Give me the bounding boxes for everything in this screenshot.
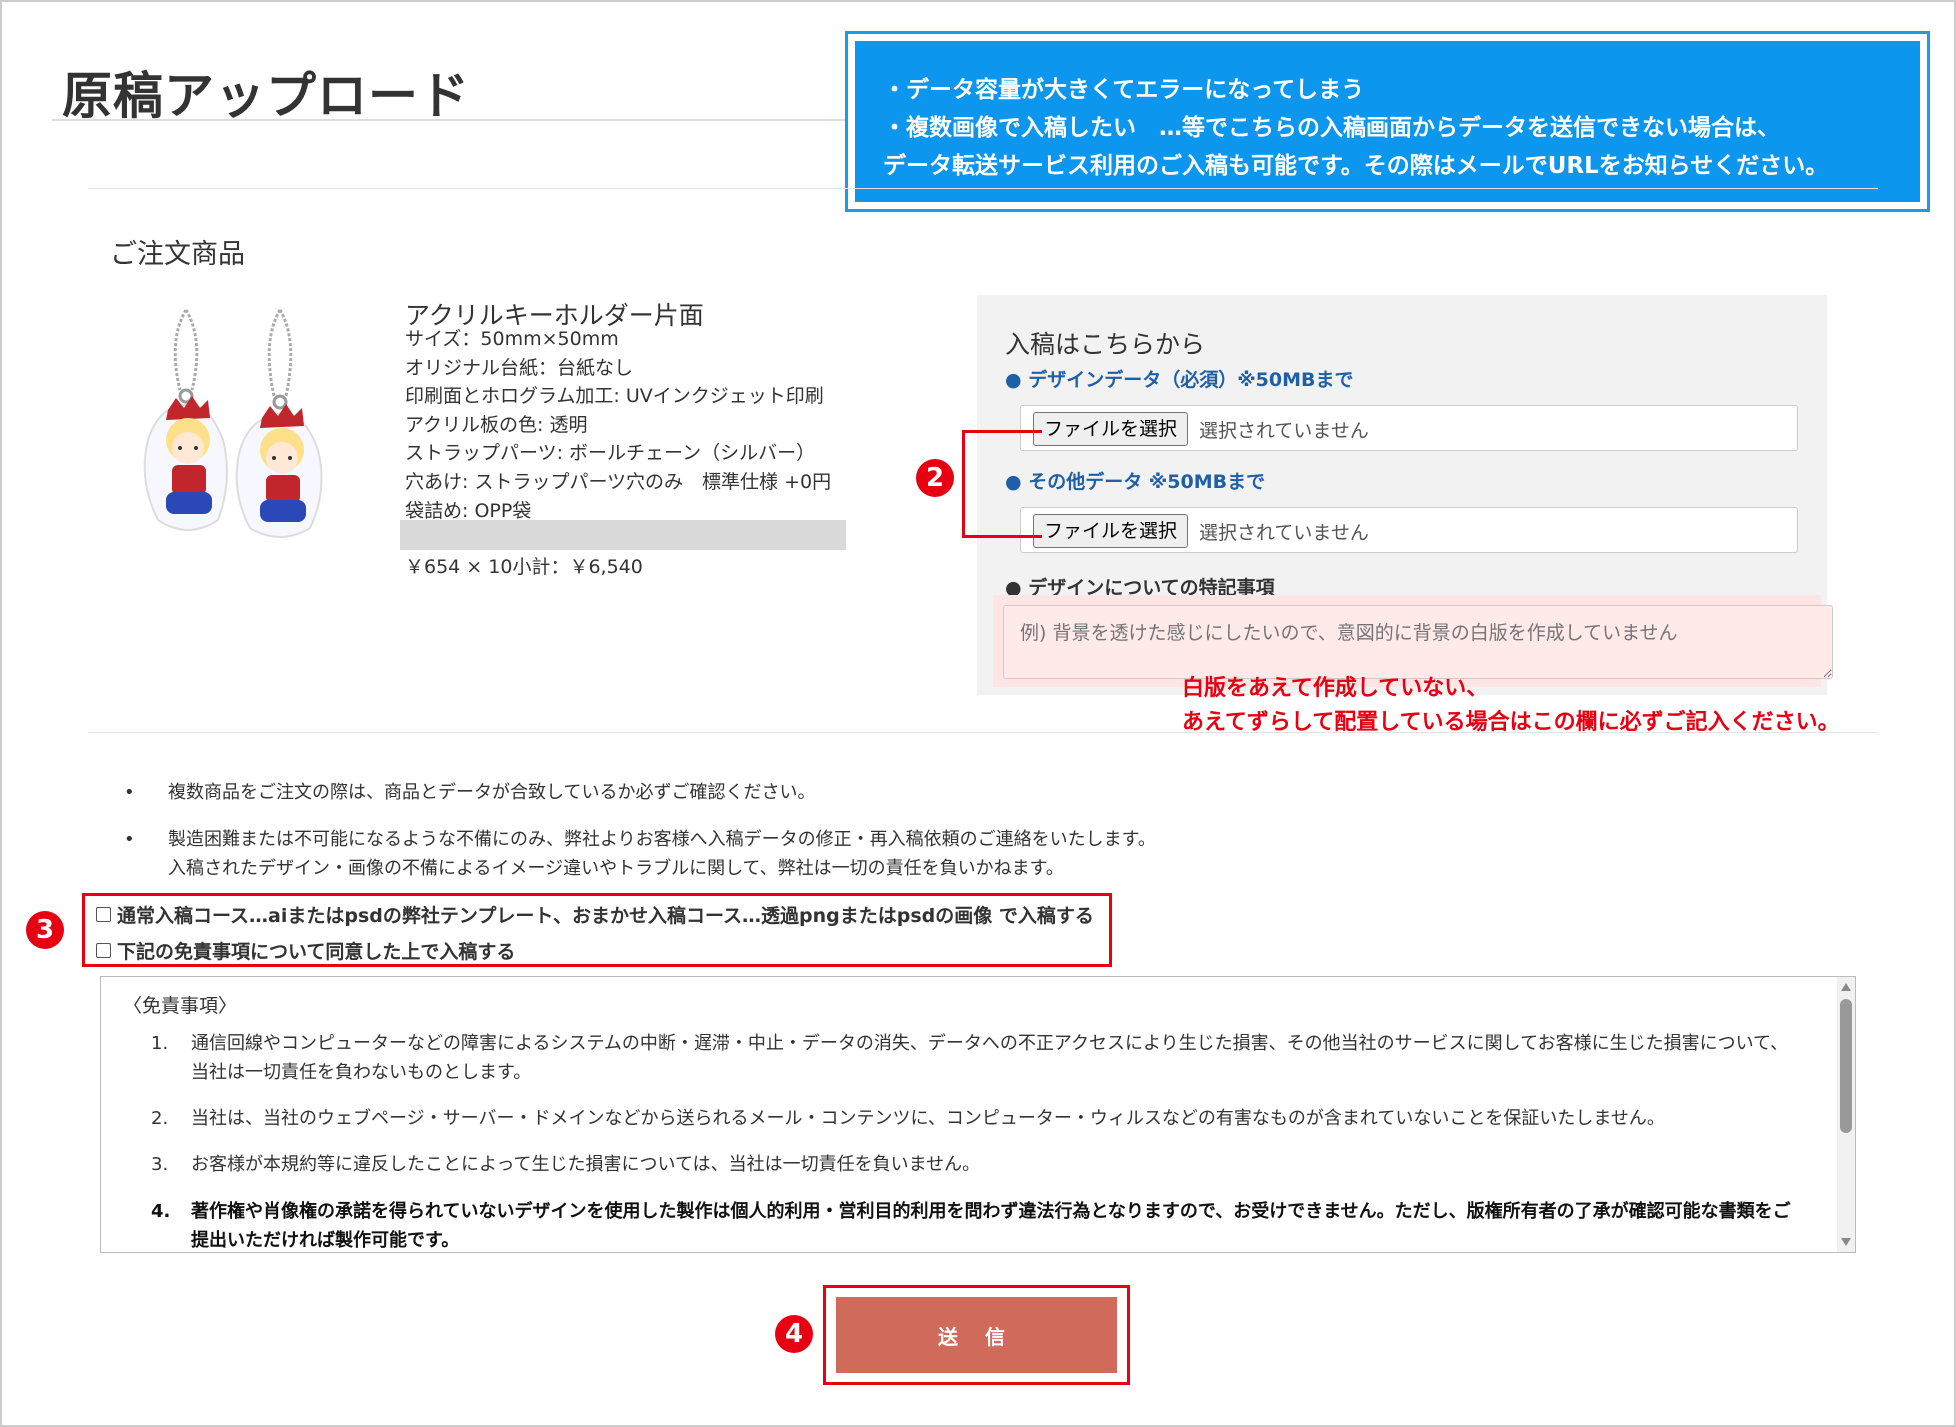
upload-title: 入稿はこちらから [1005,330,1206,359]
spec-print: 印刷面とホログラム加工: UVインクジェット印刷 [405,385,824,408]
disclaimer-item: 1. 通信回線やコンピューターなどの障害によるシステムの中断・遅滞・中止・データ… [151,1029,1791,1087]
spec-mount: オリジナル台紙：台紙なし [405,356,634,379]
annotation-badge-2: 2 [916,459,954,497]
page-title: 原稿アップロード [62,67,470,125]
agree-checkbox-label: 下記の免責事項について同意した上で入稿する [117,941,516,963]
course-checkbox[interactable] [96,907,111,922]
disclaimer-item: 4. 著作権や肖像権の承諾を得られていないデザインを使用した製作は個人的利用・営… [151,1197,1791,1252]
other-file-status: 選択されていません [1199,522,1369,544]
keychain-left [143,309,228,531]
scroll-thumb[interactable] [1840,999,1852,1133]
other-data-label: ● その他データ ※50MBまで [1005,471,1266,493]
disclaimer-scrollbar[interactable] [1837,977,1855,1252]
spec-color: アクリル板の色: 透明 [405,413,588,436]
other-file-button[interactable]: ファイルを選択 [1033,514,1189,548]
disclaimer-num: 4. [151,1201,171,1222]
annotation-bracket-2 [962,430,1042,538]
disclaimer-text: 通信回線やコンピューターなどの障害によるシステムの中断・遅滞・中止・データの消失… [191,1033,1789,1083]
disclaimer-item: 2. 当社は、当社のウェブページ・サーバー・ドメインなどから送られるメール・コン… [151,1104,1791,1133]
annotation-badge-3: 3 [26,911,64,949]
design-file-input[interactable]: ファイルを選択 選択されていません [1020,405,1798,451]
notice-text: 複数商品をご注文の際は、商品とデータが合致しているか必ずご確認ください。 [168,782,816,803]
red-annotation-line-1: 白版をあえて作成していない、 [1182,676,1489,701]
product-image [143,309,323,538]
notice-list: • 複数商品をご注文の際は、商品とデータが合致しているか必ずご確認ください。 •… [120,778,1156,901]
info-box: ・データ容量が大きくてエラーになってしまう ・複数画像で入稿したい …等でこちら… [845,31,1930,212]
upload-panel: 入稿はこちらから ● デザインデータ（必須）※50MBまで ファイルを選択 選択… [977,295,1833,695]
scroll-up-arrow-icon[interactable] [1841,983,1851,991]
order-heading: ご注文商品 [110,239,245,270]
section-divider [88,188,1878,189]
disclaimer-num: 1. [151,1033,169,1054]
design-data-label: ● デザインデータ（必須）※50MBまで [1005,369,1354,391]
price-subtotal: ￥654 × 10小計：￥6,540 [405,556,643,578]
disclaimer-heading: 〈免責事項〉 [123,995,238,1017]
title-divider [52,119,852,121]
disclaimer-text: 当社は、当社のウェブページ・サーバー・ドメインなどから送られるメール・コンテンツ… [191,1108,1665,1129]
info-line: ・データ容量が大きくてエラーになってしまう [883,77,1365,103]
agree-checkbox[interactable] [96,943,111,958]
other-file-input[interactable]: ファイルを選択 選択されていません [1020,507,1798,553]
annotation-badge-4: 4 [775,1315,813,1353]
disclaimer-item: 3. お客様が本規約等に違反したことによって生じた損害については、当社は一切責任… [151,1150,1791,1179]
notice-item: • 製造困難または不可能になるような不備にのみ、弊社よりお客様へ入稿データの修正… [120,825,1156,883]
info-line: ・複数画像で入稿したい …等でこちらの入稿画面からデータを送信できない場合は、 [883,115,1780,141]
annotation-frame-4: 送 信 [823,1285,1130,1385]
design-notes-textarea[interactable] [1003,605,1833,679]
course-checkbox-label: 通常入稿コース…aiまたはpsdの弊社テンプレート、おまかせ入稿コース…透過pn… [117,905,1094,927]
disclaimer-box[interactable]: 〈免責事項〉 1. 通信回線やコンピューターなどの障害によるシステムの中断・遅滞… [100,976,1856,1253]
notice-text: 製造困難または不可能になるような不備にのみ、弊社よりお客様へ入稿データの修正・再… [168,829,1156,850]
bullet-icon: • [124,782,135,803]
spec-size: サイズ：50mm×50mm [405,328,619,350]
spec-hole: 穴あけ: ストラップパーツ穴のみ 標準仕様 +0円 [405,470,832,493]
disclaimer-text: お客様が本規約等に違反したことによって生じた損害については、当社は一切責任を負い… [191,1154,981,1175]
section-divider [88,732,1878,733]
keychain-right [235,309,323,538]
disclaimer-num: 3. [151,1154,169,1175]
redacted-bar [400,520,846,550]
course-checkbox-row[interactable]: 通常入稿コース…aiまたはpsdの弊社テンプレート、おまかせ入稿コース…透過pn… [96,901,1094,928]
agree-checkbox-row[interactable]: 下記の免責事項について同意した上で入稿する [96,937,515,964]
notice-text: 入稿されたデザイン・画像の不備によるイメージ違いやトラブルに関して、弊社は一切の… [168,858,1064,879]
design-file-status: 選択されていません [1199,420,1369,442]
info-box-body: ・データ容量が大きくてエラーになってしまう ・複数画像で入稿したい …等でこちら… [855,41,1920,202]
product-spec-list: サイズ：50mm×50mm オリジナル台紙：台紙なし 印刷面とホログラム加工: … [405,325,831,525]
bullet-icon: • [124,829,135,850]
scroll-down-arrow-icon[interactable] [1841,1238,1851,1246]
spec-strap: ストラップパーツ: ボールチェーン（シルバー） [405,442,816,465]
design-file-button[interactable]: ファイルを選択 [1033,412,1189,446]
disclaimer-text: 著作権や肖像権の承諾を得られていないデザインを使用した製作は個人的利用・営利目的… [191,1201,1791,1251]
disclaimer-num: 2. [151,1108,169,1129]
submit-button[interactable]: 送 信 [836,1297,1117,1373]
info-line: データ転送サービス利用のご入稿も可能です。その際はメールでURLをお知らせくださ… [883,153,1829,179]
notice-item: • 複数商品をご注文の際は、商品とデータが合致しているか必ずご確認ください。 [120,778,1156,807]
